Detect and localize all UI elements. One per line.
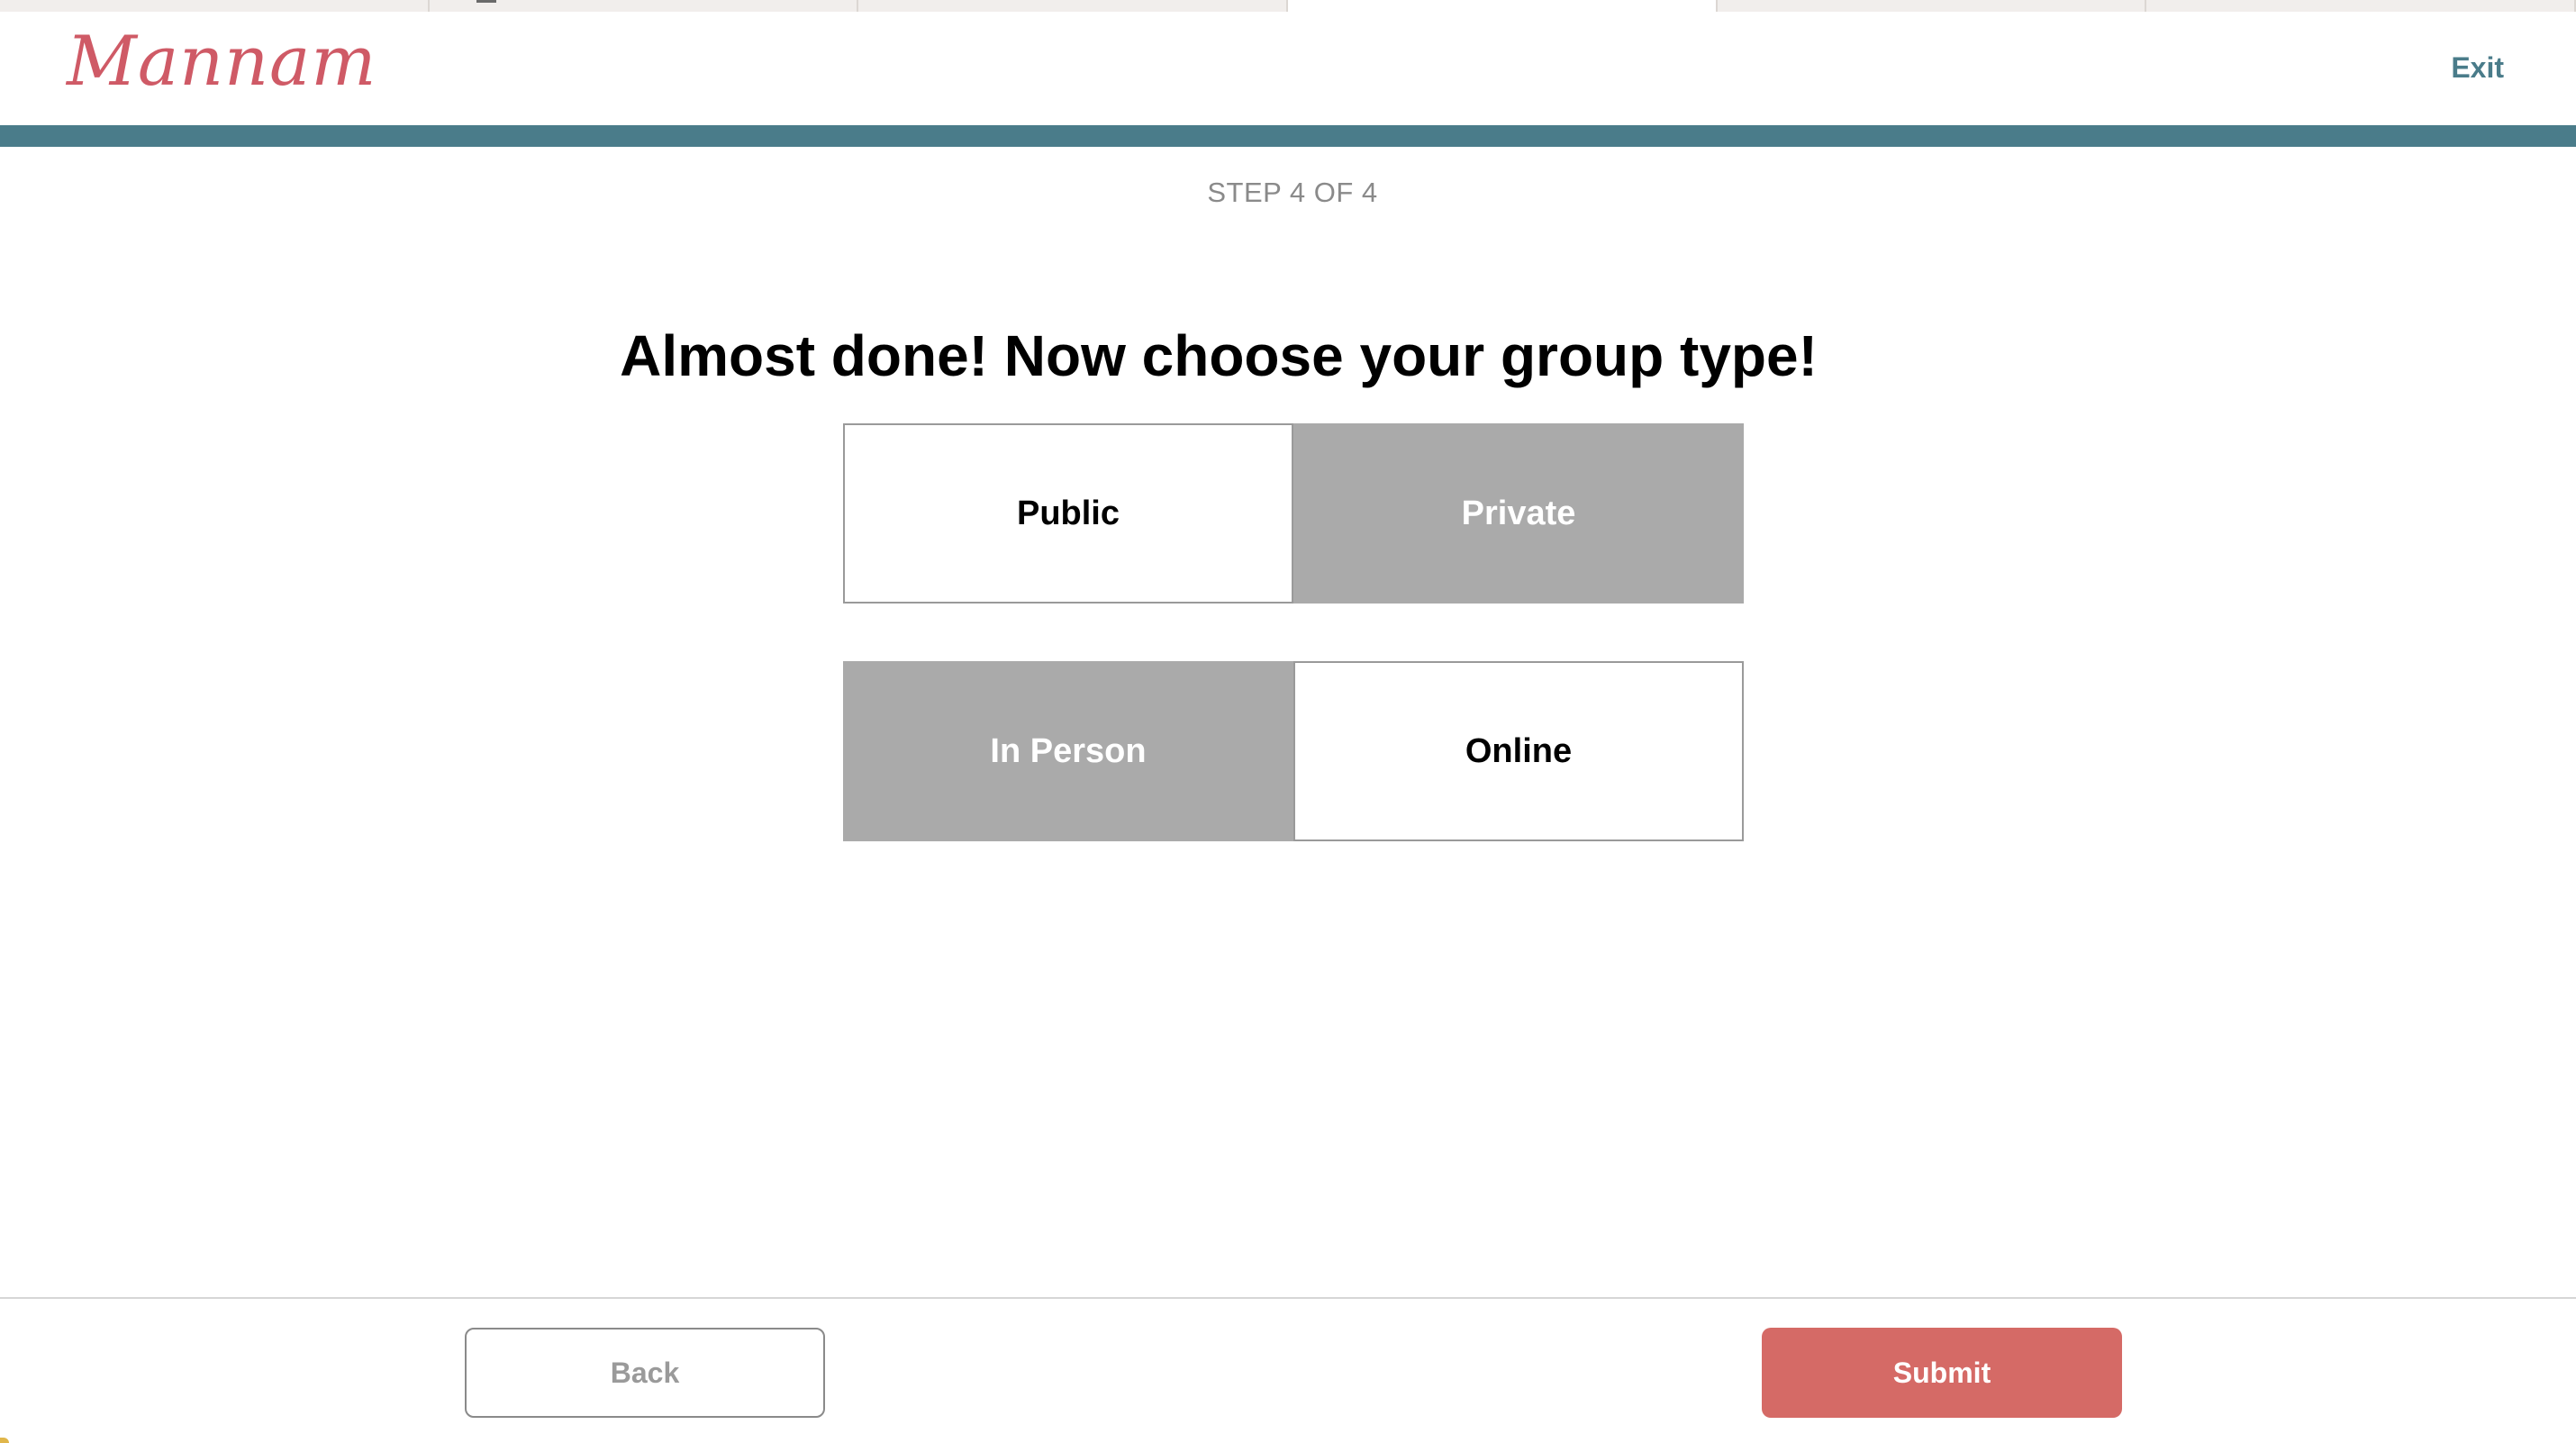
step-indicator: STEP 4 OF 4	[1207, 177, 1378, 208]
visibility-options: Public Private	[843, 423, 1744, 604]
browser-tab[interactable]	[430, 0, 859, 12]
browser-tab[interactable]	[858, 0, 1289, 12]
browser-tab[interactable]	[2146, 0, 2576, 12]
header: Mannam Exit	[0, 12, 2576, 125]
progress-fill	[0, 125, 2576, 147]
back-button[interactable]: Back	[465, 1328, 825, 1418]
submit-button[interactable]: Submit	[1762, 1328, 2122, 1418]
logo[interactable]: Mannam	[67, 21, 376, 101]
public-option[interactable]: Public	[843, 423, 1293, 604]
browser-tab[interactable]	[1718, 0, 2147, 12]
progress-bar	[0, 125, 2576, 147]
in-person-option[interactable]: In Person	[843, 661, 1293, 841]
format-options: In Person Online	[843, 661, 1744, 841]
online-option[interactable]: Online	[1293, 661, 1744, 841]
private-option[interactable]: Private	[1293, 423, 1744, 604]
page: Mannam Exit STEP 4 OF 4 Almost done! Now…	[0, 0, 2576, 1443]
exit-link[interactable]: Exit	[2451, 51, 2504, 85]
browser-tab-active[interactable]	[1288, 0, 1718, 12]
footer: Back Submit	[0, 1297, 2576, 1443]
browser-tab-strip	[0, 0, 2576, 12]
browser-tab[interactable]	[0, 0, 430, 12]
page-title: Almost done! Now choose your group type!	[620, 323, 1818, 388]
tab-favicon-icon	[476, 0, 496, 3]
